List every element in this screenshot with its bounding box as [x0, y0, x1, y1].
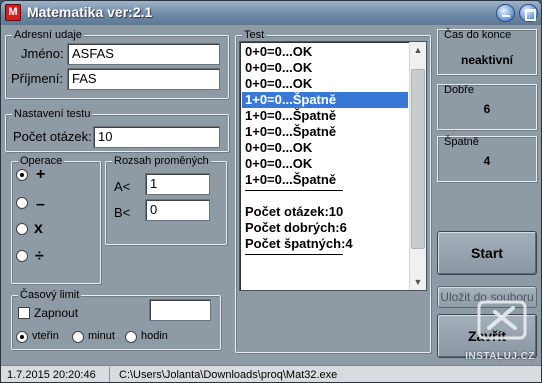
plus-icon: + [36, 166, 46, 183]
wrong-panel: Špatně 4 [437, 136, 537, 182]
scroll-thumb[interactable] [411, 69, 425, 249]
scroll-down-icon[interactable]: ▼ [410, 274, 426, 290]
range-group-label: Rozsah proměných [112, 154, 211, 168]
correct-value: 6 [483, 102, 491, 116]
first-name-label: Jméno: [21, 46, 64, 61]
multiply-icon: x [34, 220, 43, 237]
address-group-label: Adresní udaje [12, 28, 84, 42]
list-item[interactable]: 1+0=0...Špatně [242, 124, 408, 140]
title-bar[interactable]: M Matematika ver:2.1 [1, 1, 541, 25]
countdown-value: neaktivní [460, 53, 514, 67]
op-plus-radio[interactable] [16, 169, 28, 181]
minus-icon: – [36, 196, 45, 213]
a-limit-label: A< [114, 179, 131, 194]
list-item[interactable]: 0+0=0...OK [242, 76, 408, 92]
question-count-label: Počet otázek: [13, 129, 92, 144]
watermark-logo-icon [477, 300, 527, 340]
time-limit-checkbox[interactable] [18, 307, 30, 319]
last-name-field[interactable]: FAS [67, 68, 220, 90]
first-name-field[interactable]: ASFAS [67, 43, 220, 65]
maximize-icon [520, 5, 537, 21]
instaluj-watermark: INSTALUJ.CZ [463, 298, 535, 362]
status-bar: 1.7.2015 20:20:46 C:\Users\Jolanta\Downl… [1, 365, 541, 382]
minimize-icon [497, 5, 514, 21]
list-item[interactable]: 0+0=0...OK [242, 60, 408, 76]
test-results-list[interactable]: 0+0=0...OK 0+0=0...OK 0+0=0...OK 1+0=0...Šp… [239, 41, 427, 291]
list-item[interactable]: Počet špatných:4 [242, 236, 408, 252]
b-limit-field[interactable]: 0 [145, 199, 210, 221]
op-multiply-radio[interactable] [16, 223, 28, 235]
list-separator [242, 254, 408, 260]
wrong-label: Špatně [444, 136, 479, 148]
countdown-label: Čas do konce [444, 29, 512, 41]
question-count-field[interactable]: 10 [93, 126, 220, 148]
list-item[interactable]: 0+0=0...OK [242, 44, 408, 60]
time-limit-group-label: Časový limit [18, 288, 82, 302]
unit-seconds-label: vteřin [32, 330, 59, 342]
status-datetime: 1.7.2015 20:20:46 [7, 369, 96, 381]
wrong-value: 4 [483, 154, 491, 168]
maximize-button[interactable] [519, 4, 538, 22]
list-item[interactable]: 1+0=0...Špatně [242, 92, 408, 108]
list-item[interactable]: 1+0=0...Špatně [242, 172, 408, 188]
countdown-panel: Čas do konce neaktivní [437, 29, 537, 75]
op-divide-radio[interactable] [16, 250, 28, 262]
test-results-scrollbar[interactable]: ▲ ▼ [409, 42, 426, 290]
unit-minutes-radio[interactable] [72, 331, 84, 343]
correct-label: Dobře [444, 84, 474, 96]
unit-hours-label: hodin [141, 330, 168, 342]
list-item[interactable]: Počet otázek:10 [242, 204, 408, 220]
unit-hours-radio[interactable] [125, 331, 137, 343]
list-item[interactable]: 0+0=0...OK [242, 140, 408, 156]
start-button[interactable]: Start [437, 231, 537, 275]
unit-seconds-radio[interactable] [16, 331, 28, 343]
status-path: C:\Users\Jolanta\Downloads\proq\Mat32.ex… [119, 369, 338, 381]
a-limit-field[interactable]: 1 [145, 173, 210, 195]
time-limit-enable-label: Zapnout [34, 306, 79, 320]
scroll-up-icon[interactable]: ▲ [410, 42, 426, 58]
time-limit-field[interactable] [149, 299, 211, 321]
b-limit-label: B< [114, 205, 131, 220]
status-divider [109, 367, 110, 382]
op-minus-radio[interactable] [16, 197, 28, 209]
divide-icon: ÷ [35, 248, 44, 265]
main-window: M Matematika ver:2.1 Adresní udaje Jméno… [0, 0, 542, 383]
test-results-lines: 0+0=0...OK 0+0=0...OK 0+0=0...OK 1+0=0...Šp… [242, 44, 408, 260]
window-title: Matematika ver:2.1 [27, 4, 153, 20]
watermark-text: INSTALUJ.CZ [465, 351, 535, 362]
list-item[interactable]: Počet dobrých:6 [242, 220, 408, 236]
minimize-button[interactable] [496, 4, 515, 22]
app-icon[interactable]: M [5, 4, 21, 21]
test-group-label: Test [242, 28, 267, 42]
test-settings-group-label: Nastavení testu [12, 107, 93, 121]
list-item[interactable]: 0+0=0...OK [242, 156, 408, 172]
last-name-label: Příjmení: [11, 71, 64, 86]
correct-panel: Dobře 6 [437, 84, 537, 130]
unit-minutes-label: minut [88, 330, 115, 342]
list-item[interactable]: 1+0=0...Špatně [242, 108, 408, 124]
